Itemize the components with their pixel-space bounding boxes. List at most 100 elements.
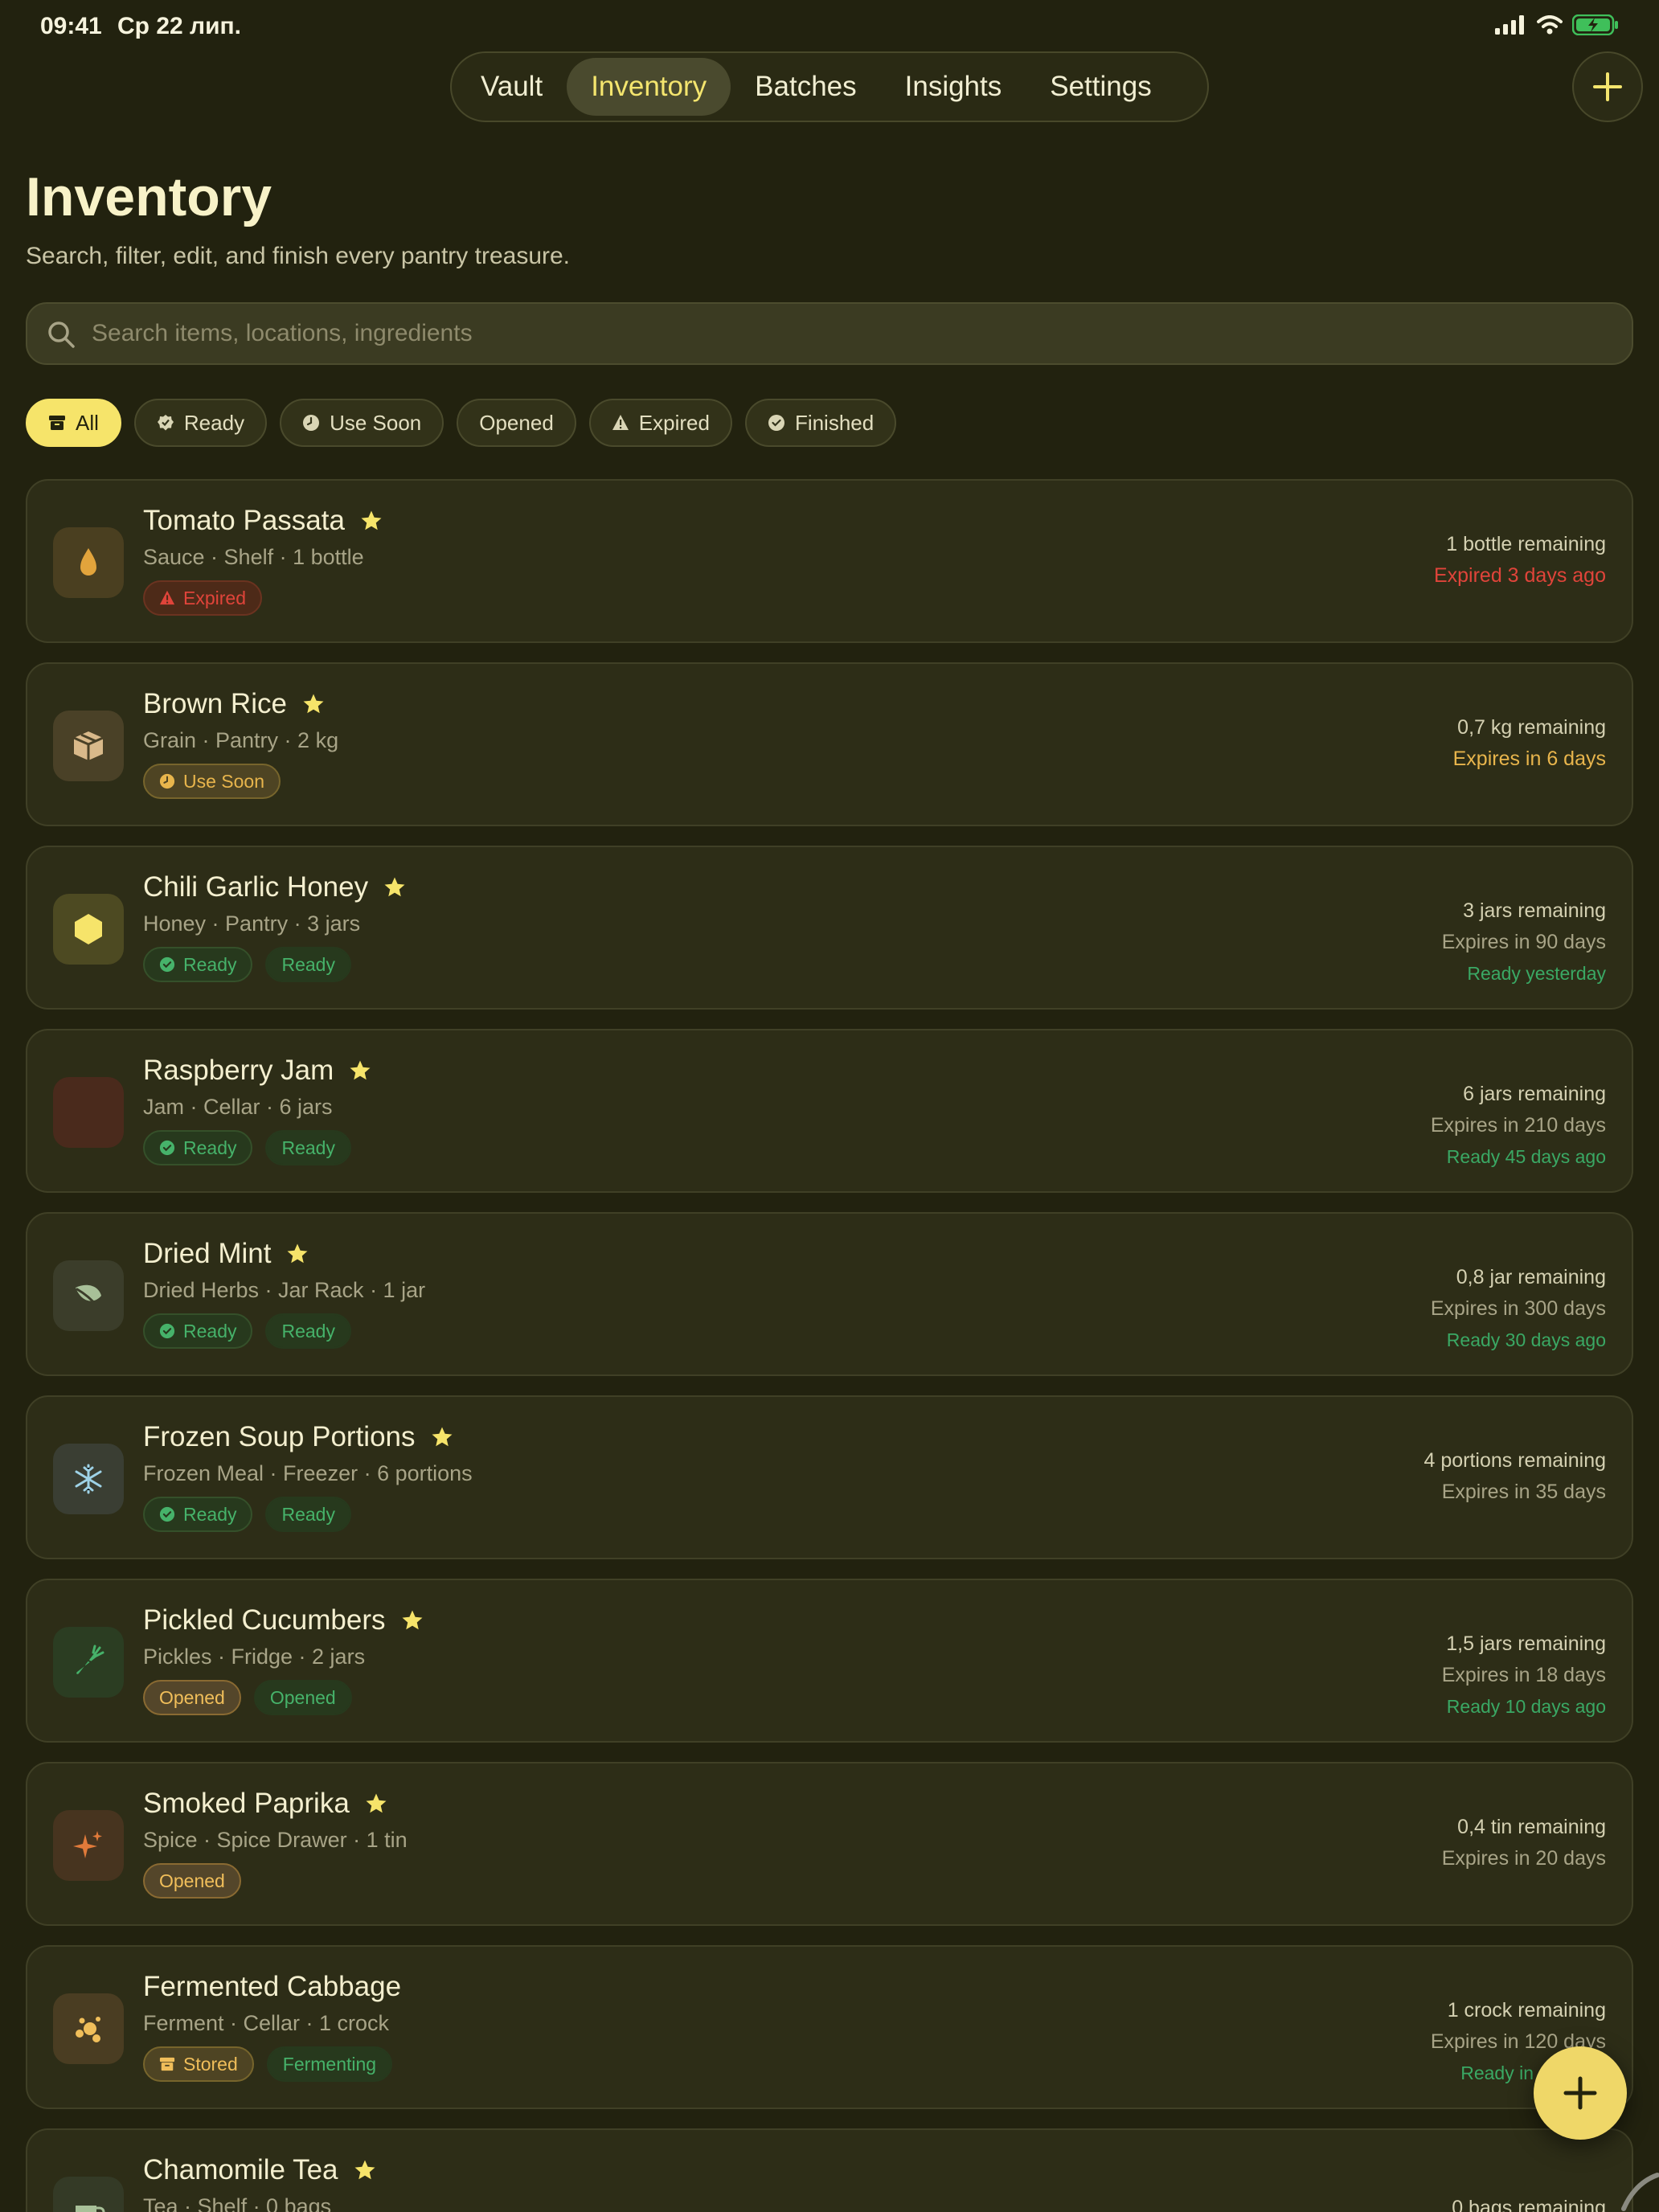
add-item-button[interactable]	[1572, 51, 1643, 122]
status-time: 09:41	[40, 13, 102, 39]
item-name: Raspberry Jam	[143, 1055, 334, 1086]
item-expiry: Expires in 20 days	[1441, 1847, 1606, 1870]
filter-label: Ready	[183, 410, 245, 435]
item-meta: Jam · Cellar · 6 jars	[143, 1095, 333, 1119]
filter-opened[interactable]: Opened	[457, 399, 576, 447]
favorite-star-icon[interactable]	[400, 1608, 424, 1632]
badge-label: Ready	[183, 953, 237, 975]
item-remaining: 0,7 kg remaining	[1457, 716, 1606, 739]
inventory-card[interactable]: Pickled Cucumbers Pickles · Fridge · 2 j…	[26, 1579, 1633, 1743]
plus-icon	[1593, 72, 1622, 101]
item-name-row: Dried Mint	[143, 1238, 309, 1270]
badge-label: Expired	[183, 587, 246, 608]
inventory-card[interactable]: Tomato Passata Sauce · Shelf · 1 bottle …	[26, 479, 1633, 643]
item-name-row: Pickled Cucumbers	[143, 1604, 424, 1636]
item-remaining: 1 crock remaining	[1447, 1999, 1606, 2022]
item-tags: Stored Fermenting	[143, 2046, 393, 2082]
tab-vault[interactable]: Vault	[457, 58, 567, 116]
status-badge: Ready	[143, 1130, 253, 1165]
status-badge: Fermenting	[266, 2046, 393, 2082]
check-circle-icon	[159, 956, 175, 973]
status-badge: Opened	[143, 1680, 241, 1715]
badge-label: Ready	[281, 1503, 335, 1525]
item-name-row: Tomato Passata	[143, 505, 383, 537]
filter-label: All	[76, 410, 99, 435]
badge-label: Ready	[281, 1320, 335, 1342]
page-title: Inventory	[26, 166, 272, 227]
search-bar	[26, 302, 1633, 365]
favorite-star-icon[interactable]	[348, 1059, 372, 1083]
filter-use-soon[interactable]: Use Soon	[280, 399, 444, 447]
archive-box-icon	[159, 2057, 175, 2071]
favorite-star-icon[interactable]	[364, 1792, 388, 1816]
blank-icon	[53, 1077, 124, 1148]
item-ready-info: Ready 45 days ago	[1446, 1146, 1606, 1167]
bubbles-icon	[53, 1993, 124, 2064]
favorite-star-icon[interactable]	[301, 692, 326, 716]
scroll-indicator	[1621, 2173, 1659, 2211]
badge-label: Stored	[183, 2053, 238, 2075]
item-name: Chili Garlic Honey	[143, 871, 369, 903]
floating-add-button[interactable]	[1534, 2046, 1627, 2140]
item-name-row: Chili Garlic Honey	[143, 871, 407, 903]
tab-batches[interactable]: Batches	[731, 58, 880, 116]
item-ready-info: Ready yesterday	[1467, 963, 1606, 984]
tab-settings[interactable]: Settings	[1026, 58, 1175, 116]
item-name: Frozen Soup Portions	[143, 1421, 416, 1452]
tab-inventory[interactable]: Inventory	[567, 58, 731, 116]
inventory-card[interactable]: Chamomile Tea Tea · Shelf · 0 bags 0 bag…	[26, 2128, 1633, 2212]
hexagon-icon	[53, 894, 124, 965]
inventory-card[interactable]: Dried Mint Dried Herbs · Jar Rack · 1 ja…	[26, 1212, 1633, 1376]
page-subtitle: Search, filter, edit, and finish every p…	[26, 243, 571, 269]
item-remaining: 3 jars remaining	[1463, 899, 1606, 922]
check-circle-icon	[159, 1506, 175, 1522]
favorite-star-icon[interactable]	[353, 2158, 377, 2182]
favorite-star-icon[interactable]	[359, 509, 383, 533]
item-expiry: Expired 3 days ago	[1433, 564, 1606, 587]
filter-label: Opened	[479, 410, 554, 435]
wifi-icon	[1537, 15, 1563, 35]
status-date: Ср 22 лип.	[117, 13, 241, 39]
favorite-star-icon[interactable]	[285, 1242, 309, 1266]
favorite-star-icon[interactable]	[430, 1425, 454, 1449]
status-badge: Ready	[265, 1130, 351, 1165]
item-remaining: 6 jars remaining	[1463, 1083, 1606, 1105]
status-badge: Ready	[143, 1497, 253, 1532]
item-remaining: 0,4 tin remaining	[1457, 1816, 1606, 1838]
item-tags: Opened Opened	[143, 1680, 352, 1715]
battery-charging-icon	[1572, 14, 1618, 35]
search-input[interactable]	[92, 304, 1603, 363]
inventory-card[interactable]: Raspberry Jam Jam · Cellar · 6 jars Read…	[26, 1029, 1633, 1193]
warning-icon	[612, 414, 629, 432]
clock-icon	[302, 414, 320, 432]
inventory-card[interactable]: Frozen Soup Portions Frozen Meal · Freez…	[26, 1395, 1633, 1559]
item-tags: Opened	[143, 1863, 241, 1899]
filter-ready[interactable]: Ready	[133, 399, 268, 447]
item-tags: Ready Ready	[143, 1130, 351, 1165]
inventory-card[interactable]: Fermented Cabbage Ferment · Cellar · 1 c…	[26, 1945, 1633, 2109]
item-tags: Ready Ready	[143, 1497, 351, 1532]
leaf-icon	[53, 1260, 124, 1331]
inventory-card[interactable]: Smoked Paprika Spice · Spice Drawer · 1 …	[26, 1762, 1633, 1926]
item-meta: Ferment · Cellar · 1 crock	[143, 2011, 390, 2035]
status-icons	[1495, 14, 1619, 35]
inventory-card[interactable]: Brown Rice Grain · Pantry · 2 kg Use Soo…	[26, 662, 1633, 826]
badge-label: Ready	[183, 1137, 237, 1158]
item-name-row: Fermented Cabbage	[143, 1971, 401, 2003]
item-status-summary: 0 bags remaining	[1452, 2193, 1606, 2212]
item-name-row: Smoked Paprika	[143, 1788, 388, 1820]
item-expiry: Expires in 18 days	[1441, 1664, 1606, 1686]
filter-all[interactable]: All	[26, 399, 121, 447]
cup-icon	[53, 2177, 124, 2212]
item-meta: Grain · Pantry · 2 kg	[143, 728, 339, 752]
tab-insights[interactable]: Insights	[881, 58, 1026, 116]
cellular-signal-icon	[1495, 15, 1524, 35]
drop-icon	[53, 527, 124, 598]
status-badge: Ready	[265, 1497, 351, 1532]
inventory-card[interactable]: Chili Garlic Honey Honey · Pantry · 3 ja…	[26, 846, 1633, 1010]
filter-expired[interactable]: Expired	[588, 399, 732, 447]
filter-finished[interactable]: Finished	[744, 399, 897, 447]
item-expiry: Expires in 90 days	[1441, 931, 1606, 953]
item-status-summary: 0,8 jar remaining Expires in 300 days Re…	[1431, 1262, 1606, 1356]
favorite-star-icon[interactable]	[383, 875, 407, 899]
